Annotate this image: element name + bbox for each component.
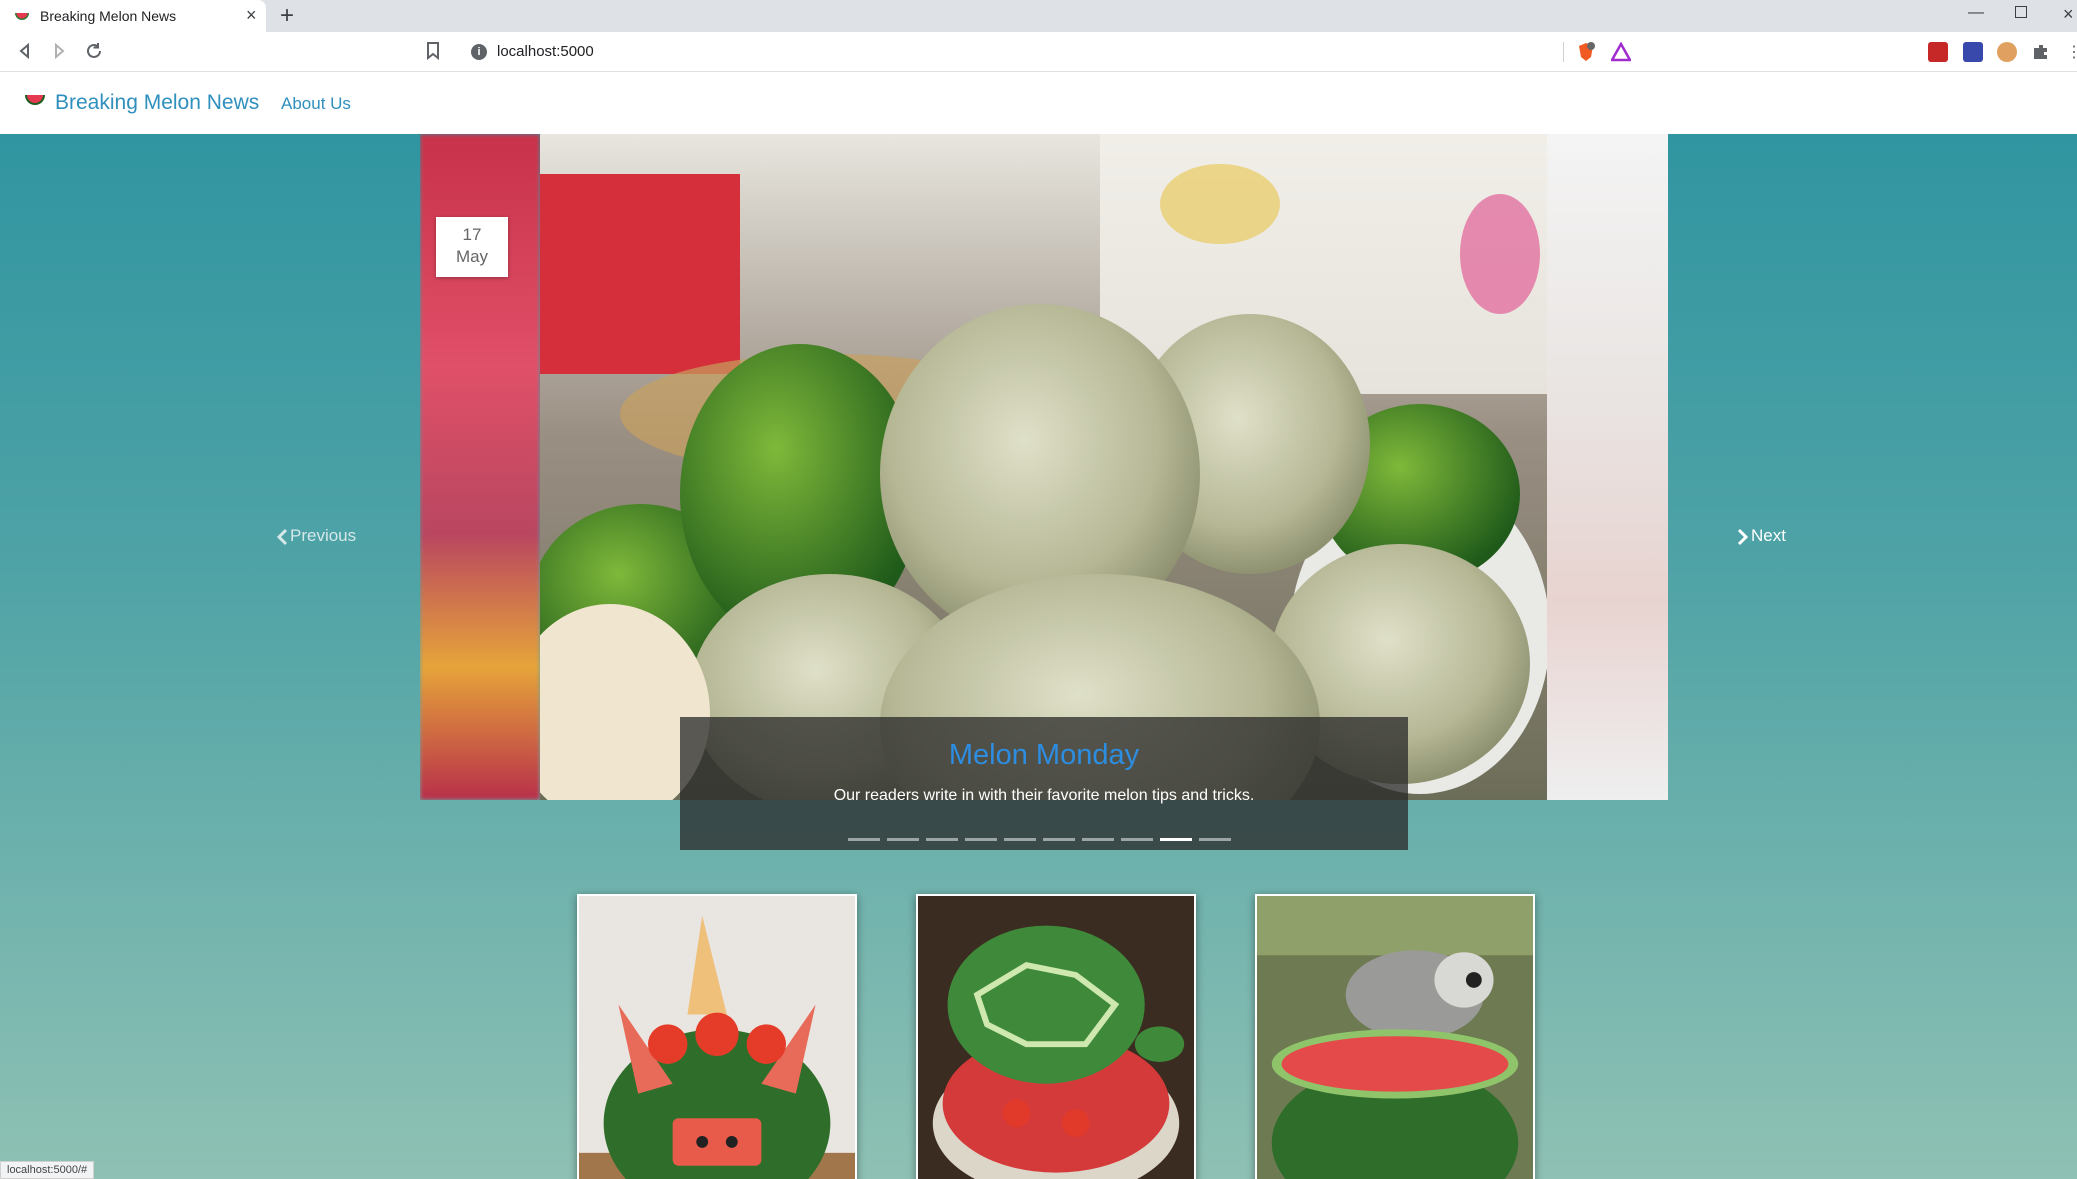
browser-toolbar: i localhost:5000 ⋮ xyxy=(0,32,2077,72)
extension-face-icon[interactable] xyxy=(1997,42,2017,62)
carousel-indicator[interactable] xyxy=(965,838,997,841)
tab-title: Breaking Melon News xyxy=(40,8,177,24)
address-bar[interactable]: localhost:5000 xyxy=(497,43,594,60)
page-background: Breaking Melon News About Us 17 May Melo… xyxy=(0,72,2077,1179)
extension-home-icon[interactable] xyxy=(1963,42,1983,62)
tab-close-icon[interactable]: × xyxy=(246,5,257,26)
browser-menu-icon[interactable]: ⋮ xyxy=(2066,42,2077,62)
reload-icon[interactable] xyxy=(83,40,105,62)
thumbnail-unicorn-watermelon[interactable] xyxy=(577,894,857,1179)
back-icon[interactable] xyxy=(14,40,36,62)
address-divider xyxy=(1563,42,1564,62)
minimize-button[interactable]: — xyxy=(1968,4,1984,22)
slide-image-melon-market xyxy=(540,134,1547,800)
previous-label: Previous xyxy=(290,526,357,545)
nav-about-link[interactable]: About Us xyxy=(281,94,351,114)
carousel-indicator[interactable] xyxy=(1004,838,1036,841)
new-tab-button[interactable]: + xyxy=(280,2,294,30)
browser-tab-strip: Breaking Melon News × + — × xyxy=(0,0,2077,32)
carousel-indicator[interactable] xyxy=(1043,838,1075,841)
carousel-indicator[interactable] xyxy=(848,838,880,841)
browser-tab[interactable]: Breaking Melon News × xyxy=(0,0,266,32)
site-info-icon[interactable]: i xyxy=(471,44,487,60)
site-brand-link[interactable]: Breaking Melon News xyxy=(55,91,259,115)
browser-status-url: localhost:5000/# xyxy=(0,1161,95,1179)
carousel-indicator[interactable] xyxy=(1082,838,1114,841)
extension-red-icon[interactable] xyxy=(1928,42,1948,62)
carousel-indicator[interactable] xyxy=(1199,838,1231,841)
forward-icon[interactable] xyxy=(48,40,70,62)
date-day: 17 xyxy=(462,225,482,244)
extensions-puzzle-icon[interactable] xyxy=(2031,42,2051,62)
chevron-left-icon xyxy=(276,528,288,545)
carousel-caption: Melon Monday Our readers write in with t… xyxy=(680,717,1408,850)
thumbnail-turtle-watermelon[interactable] xyxy=(916,894,1196,1179)
brave-rewards-icon[interactable] xyxy=(1611,42,1631,62)
site-navbar: Breaking Melon News About Us xyxy=(0,72,2077,134)
news-carousel xyxy=(420,134,1668,800)
carousel-indicator[interactable] xyxy=(1121,838,1153,841)
caption-text: Our readers write in with their favorite… xyxy=(833,787,1255,804)
carousel-indicator[interactable] xyxy=(887,838,919,841)
restore-button[interactable] xyxy=(2015,6,2027,18)
next-slide-peek xyxy=(1547,134,1668,800)
brave-shield-icon[interactable] xyxy=(1576,42,1596,62)
carousel-indicator[interactable] xyxy=(926,838,958,841)
caption-title: Melon Monday xyxy=(948,739,1140,771)
thumbnail-lemur-watermelon[interactable] xyxy=(1255,894,1535,1179)
watermelon-favicon-icon xyxy=(15,13,29,20)
bookmark-icon[interactable] xyxy=(426,42,440,60)
watermelon-logo-icon[interactable] xyxy=(24,94,46,108)
date-month: May xyxy=(455,247,489,266)
carousel-next-control[interactable]: Next xyxy=(1737,526,1786,546)
chevron-right-icon xyxy=(1737,528,1749,545)
next-label: Next xyxy=(1751,526,1786,545)
close-window-button[interactable]: × xyxy=(2063,4,2074,25)
carousel-indicator[interactable] xyxy=(1160,838,1192,841)
date-badge: 17 May xyxy=(436,217,508,277)
carousel-previous-control[interactable]: Previous xyxy=(276,526,356,546)
